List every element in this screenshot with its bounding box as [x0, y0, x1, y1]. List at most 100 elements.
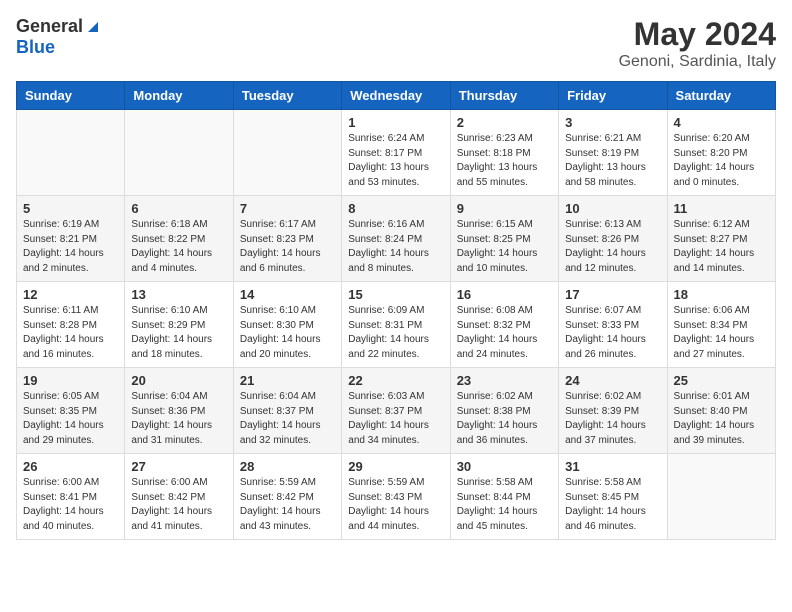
calendar-day-cell: 18 Sunrise: 6:06 AMSunset: 8:34 PMDayligh…	[667, 282, 775, 368]
day-number: 31	[565, 459, 660, 474]
calendar-day-cell: 12 Sunrise: 6:11 AMSunset: 8:28 PMDayligh…	[17, 282, 125, 368]
day-number: 23	[457, 373, 552, 388]
weekday-header-row: SundayMondayTuesdayWednesdayThursdayFrid…	[17, 82, 776, 110]
day-info: Sunrise: 6:12 AMSunset: 8:27 PMDaylight:…	[674, 218, 769, 276]
day-number: 18	[674, 287, 769, 302]
calendar-day-cell: 1 Sunrise: 6:24 AMSunset: 8:17 PMDaylight…	[342, 110, 450, 196]
calendar-week-row: 5Sunrise: 6:19 AMSunset: 8:21 PMDaylight…	[17, 196, 776, 282]
logo-arrow-icon	[84, 18, 102, 36]
calendar: SundayMondayTuesdayWednesdayThursdayFrid…	[16, 81, 776, 540]
calendar-day-cell: 30Sunrise: 5:58 AMSunset: 8:44 PMDayligh…	[450, 454, 558, 540]
day-number: 3	[565, 115, 660, 130]
day-number: 10	[565, 201, 660, 216]
day-info: Sunrise: 6:23 AMSunset: 8:18 PMDaylight:…	[457, 132, 552, 190]
weekday-header-cell: Sunday	[17, 82, 125, 110]
calendar-day-cell: 7 Sunrise: 6:17 AMSunset: 8:23 PMDaylight…	[233, 196, 341, 282]
day-number: 27	[131, 459, 226, 474]
logo-blue-text: Blue	[16, 37, 55, 58]
day-number: 30	[457, 459, 552, 474]
day-info: Sunrise: 6:05 AMSunset: 8:35 PMDaylight:…	[23, 390, 118, 448]
calendar-day-cell: 15 Sunrise: 6:09 AMSunset: 8:31 PMDayligh…	[342, 282, 450, 368]
calendar-day-cell: 5Sunrise: 6:19 AMSunset: 8:21 PMDaylight…	[17, 196, 125, 282]
calendar-day-cell: 21 Sunrise: 6:04 AMSunset: 8:37 PMDayligh…	[233, 368, 341, 454]
day-info: Sunrise: 6:08 AMSunset: 8:32 PMDaylight:…	[457, 304, 552, 362]
day-info: Sunrise: 6:13 AMSunset: 8:26 PMDaylight:…	[565, 218, 660, 276]
day-number: 9	[457, 201, 552, 216]
day-info: Sunrise: 6:15 AMSunset: 8:25 PMDaylight:…	[457, 218, 552, 276]
day-number: 19	[23, 373, 118, 388]
calendar-day-cell: 8 Sunrise: 6:16 AMSunset: 8:24 PMDaylight…	[342, 196, 450, 282]
calendar-day-cell: 24 Sunrise: 6:02 AMSunset: 8:39 PMDayligh…	[559, 368, 667, 454]
calendar-day-cell: 3 Sunrise: 6:21 AMSunset: 8:19 PMDaylight…	[559, 110, 667, 196]
weekday-header-cell: Tuesday	[233, 82, 341, 110]
day-info: Sunrise: 6:18 AMSunset: 8:22 PMDaylight:…	[131, 218, 226, 276]
day-info: Sunrise: 6:06 AMSunset: 8:34 PMDaylight:…	[674, 304, 769, 362]
day-info: Sunrise: 6:02 AMSunset: 8:39 PMDaylight:…	[565, 390, 660, 448]
day-number: 21	[240, 373, 335, 388]
title-area: May 2024 Genoni, Sardinia, Italy	[619, 16, 776, 71]
day-info: Sunrise: 6:10 AMSunset: 8:30 PMDaylight:…	[240, 304, 335, 362]
day-info: Sunrise: 6:04 AMSunset: 8:36 PMDaylight:…	[131, 390, 226, 448]
weekday-header-cell: Monday	[125, 82, 233, 110]
weekday-header-cell: Saturday	[667, 82, 775, 110]
calendar-day-cell: 13 Sunrise: 6:10 AMSunset: 8:29 PMDayligh…	[125, 282, 233, 368]
day-number: 17	[565, 287, 660, 302]
day-number: 6	[131, 201, 226, 216]
day-number: 22	[348, 373, 443, 388]
day-number: 15	[348, 287, 443, 302]
calendar-day-cell: 17 Sunrise: 6:07 AMSunset: 8:33 PMDayligh…	[559, 282, 667, 368]
day-info: Sunrise: 6:07 AMSunset: 8:33 PMDaylight:…	[565, 304, 660, 362]
day-number: 8	[348, 201, 443, 216]
day-info: Sunrise: 6:10 AMSunset: 8:29 PMDaylight:…	[131, 304, 226, 362]
calendar-day-cell: 14 Sunrise: 6:10 AMSunset: 8:30 PMDayligh…	[233, 282, 341, 368]
day-info: Sunrise: 6:01 AMSunset: 8:40 PMDaylight:…	[674, 390, 769, 448]
calendar-week-row: 26Sunrise: 6:00 AMSunset: 8:41 PMDayligh…	[17, 454, 776, 540]
day-info: Sunrise: 6:03 AMSunset: 8:37 PMDaylight:…	[348, 390, 443, 448]
day-info: Sunrise: 5:59 AMSunset: 8:42 PMDaylight:…	[240, 476, 335, 534]
weekday-header-cell: Wednesday	[342, 82, 450, 110]
day-info: Sunrise: 6:24 AMSunset: 8:17 PMDaylight:…	[348, 132, 443, 190]
calendar-day-cell: 2 Sunrise: 6:23 AMSunset: 8:18 PMDaylight…	[450, 110, 558, 196]
calendar-day-cell: 4Sunrise: 6:20 AMSunset: 8:20 PMDaylight…	[667, 110, 775, 196]
calendar-day-cell: 6 Sunrise: 6:18 AMSunset: 8:22 PMDaylight…	[125, 196, 233, 282]
calendar-day-cell: 9 Sunrise: 6:15 AMSunset: 8:25 PMDaylight…	[450, 196, 558, 282]
weekday-header-cell: Friday	[559, 82, 667, 110]
day-info: Sunrise: 6:00 AMSunset: 8:41 PMDaylight:…	[23, 476, 118, 534]
calendar-week-row: 12 Sunrise: 6:11 AMSunset: 8:28 PMDayligh…	[17, 282, 776, 368]
day-info: Sunrise: 5:59 AMSunset: 8:43 PMDaylight:…	[348, 476, 443, 534]
day-number: 20	[131, 373, 226, 388]
day-info: Sunrise: 6:00 AMSunset: 8:42 PMDaylight:…	[131, 476, 226, 534]
calendar-day-cell: 26Sunrise: 6:00 AMSunset: 8:41 PMDayligh…	[17, 454, 125, 540]
calendar-day-cell: 28Sunrise: 5:59 AMSunset: 8:42 PMDayligh…	[233, 454, 341, 540]
logo: General Blue	[16, 16, 103, 58]
day-number: 7	[240, 201, 335, 216]
day-number: 12	[23, 287, 118, 302]
day-info: Sunrise: 5:58 AMSunset: 8:45 PMDaylight:…	[565, 476, 660, 534]
calendar-week-row: 19 Sunrise: 6:05 AMSunset: 8:35 PMDayligh…	[17, 368, 776, 454]
day-number: 14	[240, 287, 335, 302]
calendar-day-cell	[125, 110, 233, 196]
calendar-day-cell: 11Sunrise: 6:12 AMSunset: 8:27 PMDayligh…	[667, 196, 775, 282]
day-number: 1	[348, 115, 443, 130]
calendar-day-cell: 25 Sunrise: 6:01 AMSunset: 8:40 PMDayligh…	[667, 368, 775, 454]
calendar-day-cell: 31 Sunrise: 5:58 AMSunset: 8:45 PMDayligh…	[559, 454, 667, 540]
day-info: Sunrise: 6:17 AMSunset: 8:23 PMDaylight:…	[240, 218, 335, 276]
day-number: 29	[348, 459, 443, 474]
day-number: 4	[674, 115, 769, 130]
day-info: Sunrise: 6:21 AMSunset: 8:19 PMDaylight:…	[565, 132, 660, 190]
calendar-week-row: 1 Sunrise: 6:24 AMSunset: 8:17 PMDaylight…	[17, 110, 776, 196]
day-info: Sunrise: 6:09 AMSunset: 8:31 PMDaylight:…	[348, 304, 443, 362]
day-number: 24	[565, 373, 660, 388]
day-info: Sunrise: 6:16 AMSunset: 8:24 PMDaylight:…	[348, 218, 443, 276]
location-title: Genoni, Sardinia, Italy	[619, 53, 776, 71]
month-title: May 2024	[619, 16, 776, 53]
day-info: Sunrise: 6:04 AMSunset: 8:37 PMDaylight:…	[240, 390, 335, 448]
day-number: 13	[131, 287, 226, 302]
day-info: Sunrise: 6:11 AMSunset: 8:28 PMDaylight:…	[23, 304, 118, 362]
day-info: Sunrise: 6:02 AMSunset: 8:38 PMDaylight:…	[457, 390, 552, 448]
day-number: 2	[457, 115, 552, 130]
day-info: Sunrise: 6:19 AMSunset: 8:21 PMDaylight:…	[23, 218, 118, 276]
calendar-body: 1 Sunrise: 6:24 AMSunset: 8:17 PMDaylight…	[17, 110, 776, 540]
day-number: 25	[674, 373, 769, 388]
calendar-day-cell: 23 Sunrise: 6:02 AMSunset: 8:38 PMDayligh…	[450, 368, 558, 454]
